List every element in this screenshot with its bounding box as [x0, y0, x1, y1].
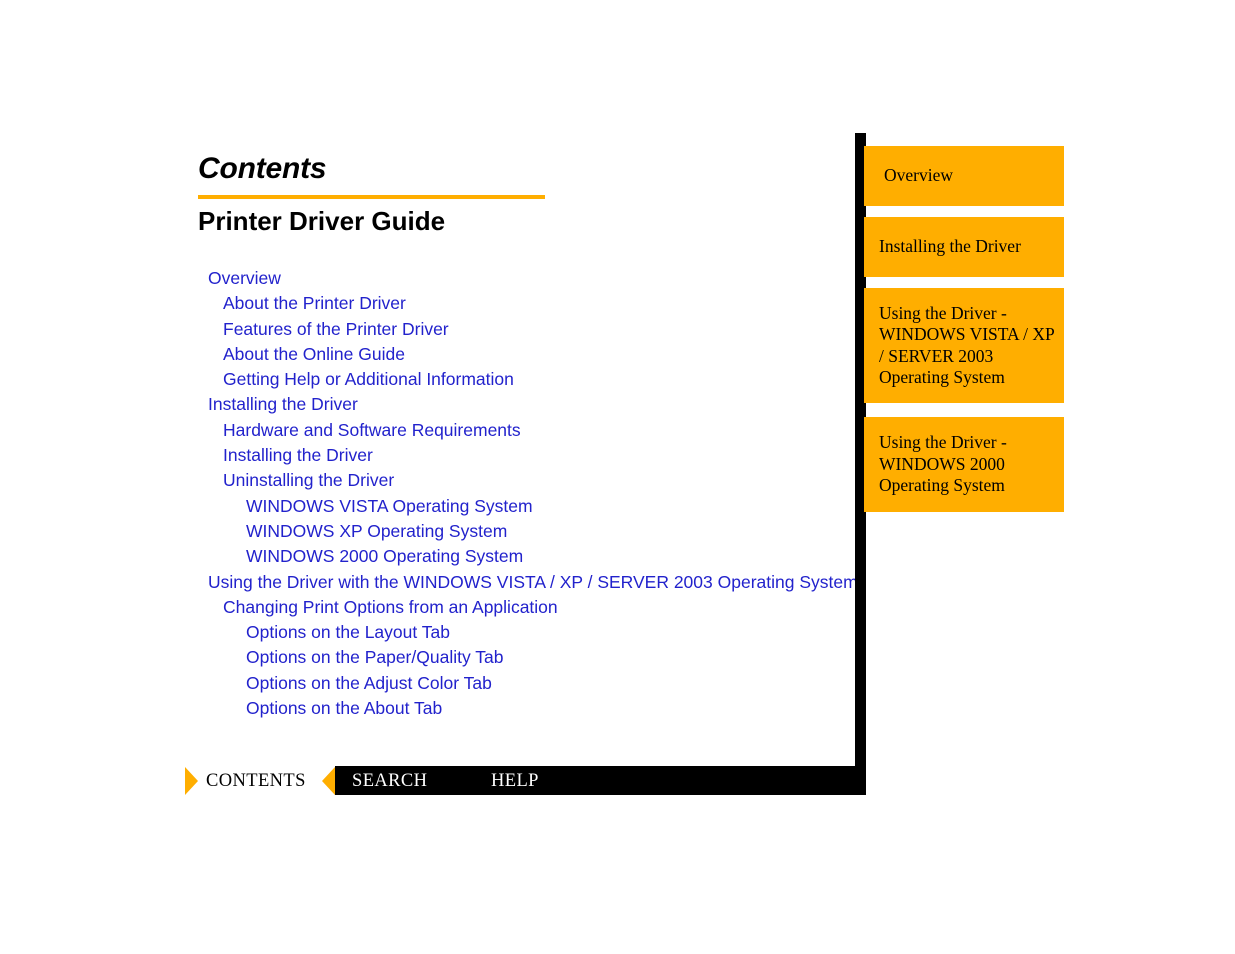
table-of-contents: Overview About the Printer Driver Features… — [198, 266, 858, 721]
document-title: Printer Driver Guide — [198, 206, 446, 236]
toc-link[interactable]: Installing the Driver — [223, 443, 858, 468]
sidebar-item-label: Using the Driver - WINDOWS VISTA / XP / … — [879, 302, 1055, 388]
triangle-right-icon — [185, 767, 198, 795]
toc-link[interactable]: About the Printer Driver — [223, 291, 858, 316]
toc-link[interactable]: Features of the Printer Driver — [223, 317, 858, 342]
toc-link[interactable]: Hardware and Software Requirements — [223, 418, 858, 443]
sidebar-item-installing-the-driver[interactable]: Installing the Driver — [864, 217, 1064, 277]
title-divider — [198, 195, 545, 199]
toc-link[interactable]: Installing the Driver — [208, 392, 858, 417]
toc-link[interactable]: Options on the Layout Tab — [246, 620, 858, 645]
page-title: Contents — [198, 152, 327, 185]
toc-link[interactable]: Getting Help or Additional Information — [223, 367, 858, 392]
sidebar-item-using-the-driver-windows2000[interactable]: Using the Driver - WINDOWS 2000 Operatin… — [864, 417, 1064, 512]
triangle-left-icon — [322, 767, 335, 795]
nav-contents-button[interactable]: CONTENTS — [206, 770, 306, 792]
sidebar-item-using-the-driver-vista-xp-server2003[interactable]: Using the Driver - WINDOWS VISTA / XP / … — [864, 288, 1064, 403]
sidebar-item-label: Overview — [884, 165, 954, 186]
sidebar-item-overview[interactable]: Overview — [864, 146, 1064, 206]
document-page: Contents Printer Driver Guide Overview Ab… — [0, 0, 1235, 954]
toc-link[interactable]: WINDOWS 2000 Operating System — [246, 544, 858, 569]
toc-link[interactable]: Uninstalling the Driver — [223, 468, 858, 493]
sidebar-item-label: Using the Driver - WINDOWS 2000 Operatin… — [879, 432, 1007, 496]
toc-link[interactable]: WINDOWS VISTA Operating System — [246, 494, 858, 519]
toc-link[interactable]: Changing Print Options from an Applicati… — [223, 595, 858, 620]
toc-link[interactable]: WINDOWS XP Operating System — [246, 519, 858, 544]
toc-link[interactable]: Options on the Adjust Color Tab — [246, 671, 858, 696]
nav-help-button[interactable]: HELP — [491, 770, 539, 792]
toc-link[interactable]: Options on the About Tab — [246, 696, 858, 721]
sidebar-item-label: Installing the Driver — [879, 236, 1021, 257]
page-header: Contents — [198, 152, 598, 186]
toc-link[interactable]: About the Online Guide — [223, 342, 858, 367]
toc-link[interactable]: Options on the Paper/Quality Tab — [246, 645, 858, 670]
toc-link[interactable]: Using the Driver with the WINDOWS VISTA … — [208, 570, 868, 595]
toc-link[interactable]: Overview — [208, 266, 858, 291]
nav-search-button[interactable]: SEARCH — [352, 770, 427, 792]
